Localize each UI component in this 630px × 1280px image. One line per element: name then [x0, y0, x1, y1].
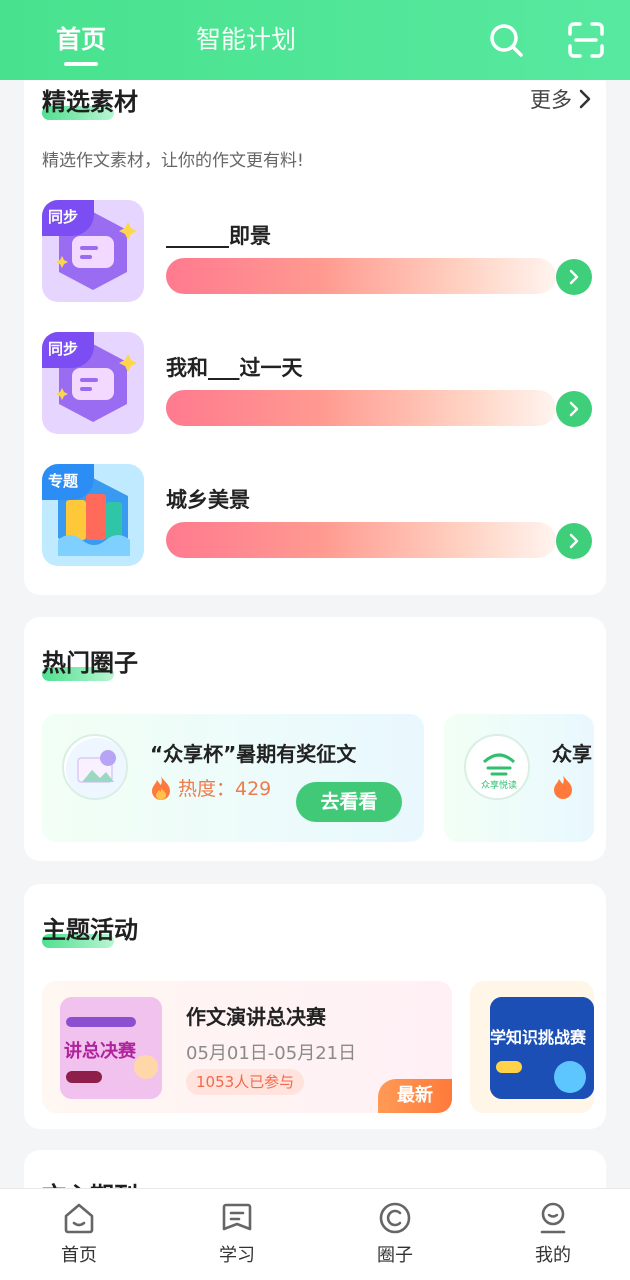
speech-poster-image: 讲总决赛 — [60, 997, 162, 1099]
app-page: 首页 智能计划 精选素材 更多 精选作文素材，让你的作文更有料! 同步 ____… — [0, 0, 630, 1280]
chevron-right-icon — [569, 533, 579, 549]
participant-count: 1053人已参与 — [186, 1069, 305, 1095]
activity-title: 作文演讲总决赛 — [186, 1005, 326, 1029]
material-name: 我和___过一天 — [166, 356, 303, 380]
hot-circles-card: 热门圈子 “众享杯”暑期有奖征文 热度：429 去看看 众享悦读 众享 — [24, 617, 606, 861]
nav-item-home[interactable]: 首页 — [34, 1199, 124, 1267]
circle-title: “众享杯”暑期有奖征文 — [150, 742, 357, 766]
circle-card[interactable]: “众享杯”暑期有奖征文 热度：429 去看看 — [42, 714, 424, 842]
chevron-right-icon — [579, 89, 591, 109]
material-badge: 专题 — [42, 464, 94, 500]
theme-activities-card: 主题活动 讲总决赛 作文演讲总决赛 05月01日-05月21日 1053人已参与… — [24, 884, 606, 1129]
section-title-activities: 主题活动 — [42, 916, 138, 944]
bottom-navigation: 首页 学习 圈子 我的 — [0, 1188, 630, 1280]
nav-item-circle[interactable]: 圈子 — [350, 1199, 440, 1267]
material-badge: 同步 — [42, 332, 94, 368]
activity-date: 05月01日-05月21日 — [186, 1043, 357, 1064]
heat-value: 热度：429 — [178, 778, 272, 800]
materials-subtitle: 精选作文素材，让你的作文更有料! — [42, 151, 304, 171]
flame-icon — [152, 775, 170, 800]
go-button[interactable] — [556, 523, 592, 559]
nav-label: 圈子 — [377, 1245, 413, 1266]
reading-logo-icon: 众享悦读 — [468, 738, 528, 798]
circle-avatar — [62, 734, 128, 800]
heat-info: 热度：429 — [150, 774, 271, 801]
profile-icon — [540, 1202, 566, 1234]
material-item[interactable]: 同步 ______即景 — [42, 200, 592, 302]
section-title-circles: 热门圈子 — [42, 649, 138, 677]
material-progress-bar — [166, 390, 556, 426]
material-progress-bar — [166, 258, 556, 294]
material-progress-bar — [166, 522, 556, 558]
study-icon — [222, 1203, 252, 1231]
tab-smart-plan[interactable]: 智能计划 — [196, 20, 296, 56]
active-tab-indicator — [64, 62, 98, 66]
new-badge: 最新 — [378, 1079, 452, 1113]
material-thumbnail: 同步 — [42, 332, 144, 434]
activity-card[interactable]: 讲总决赛 作文演讲总决赛 05月01日-05月21日 1053人已参与 最新 — [42, 981, 452, 1113]
nav-item-study[interactable]: 学习 — [192, 1199, 282, 1267]
tab-home[interactable]: 首页 — [56, 20, 106, 56]
science-poster-image: 学知识挑战赛 — [490, 997, 594, 1099]
home-icon — [64, 1203, 94, 1234]
top-header: 首页 智能计划 — [0, 0, 630, 80]
circle-card[interactable]: 众享悦读 众享 — [444, 714, 594, 842]
activity-card[interactable]: 学知识挑战赛 — [470, 981, 594, 1113]
featured-materials-card: 精选素材 更多 精选作文素材，让你的作文更有料! 同步 ______即景 同步 … — [24, 68, 606, 595]
material-thumbnail: 专题 — [42, 464, 144, 566]
view-button[interactable]: 去看看 — [296, 782, 402, 822]
circle-title: 众享 — [552, 742, 592, 766]
more-label: 更多 — [530, 88, 572, 112]
chevron-right-icon — [569, 401, 579, 417]
material-name: 城乡美景 — [166, 488, 250, 512]
material-badge: 同步 — [42, 200, 94, 236]
heat-info — [552, 774, 574, 800]
activity-poster: 讲总决赛 — [60, 997, 162, 1099]
material-name: ______即景 — [166, 224, 271, 248]
flame-icon — [554, 775, 572, 799]
material-item[interactable]: 专题 城乡美景 — [42, 464, 592, 566]
go-button[interactable] — [556, 259, 592, 295]
chevron-right-icon — [569, 269, 579, 285]
circle-avatar: 众享悦读 — [464, 734, 530, 800]
activity-poster: 学知识挑战赛 — [490, 997, 594, 1099]
more-link[interactable]: 更多 — [530, 84, 592, 114]
section-title-materials: 精选素材 — [42, 88, 138, 116]
nav-label: 学习 — [219, 1245, 255, 1266]
poster-text: 学知识挑战赛 — [490, 1028, 587, 1047]
nav-label: 首页 — [61, 1245, 97, 1266]
circle-logo-text: 众享悦读 — [481, 779, 517, 791]
essay-art-icon — [66, 738, 126, 798]
nav-item-mine[interactable]: 我的 — [508, 1199, 598, 1267]
search-icon[interactable] — [486, 20, 526, 60]
poster-text: 讲总决赛 — [64, 1040, 137, 1062]
scan-icon[interactable] — [566, 20, 606, 60]
go-button[interactable] — [556, 391, 592, 427]
material-thumbnail: 同步 — [42, 200, 144, 302]
material-item[interactable]: 同步 我和___过一天 — [42, 332, 592, 434]
circle-icon — [379, 1202, 411, 1234]
nav-label: 我的 — [535, 1245, 571, 1266]
